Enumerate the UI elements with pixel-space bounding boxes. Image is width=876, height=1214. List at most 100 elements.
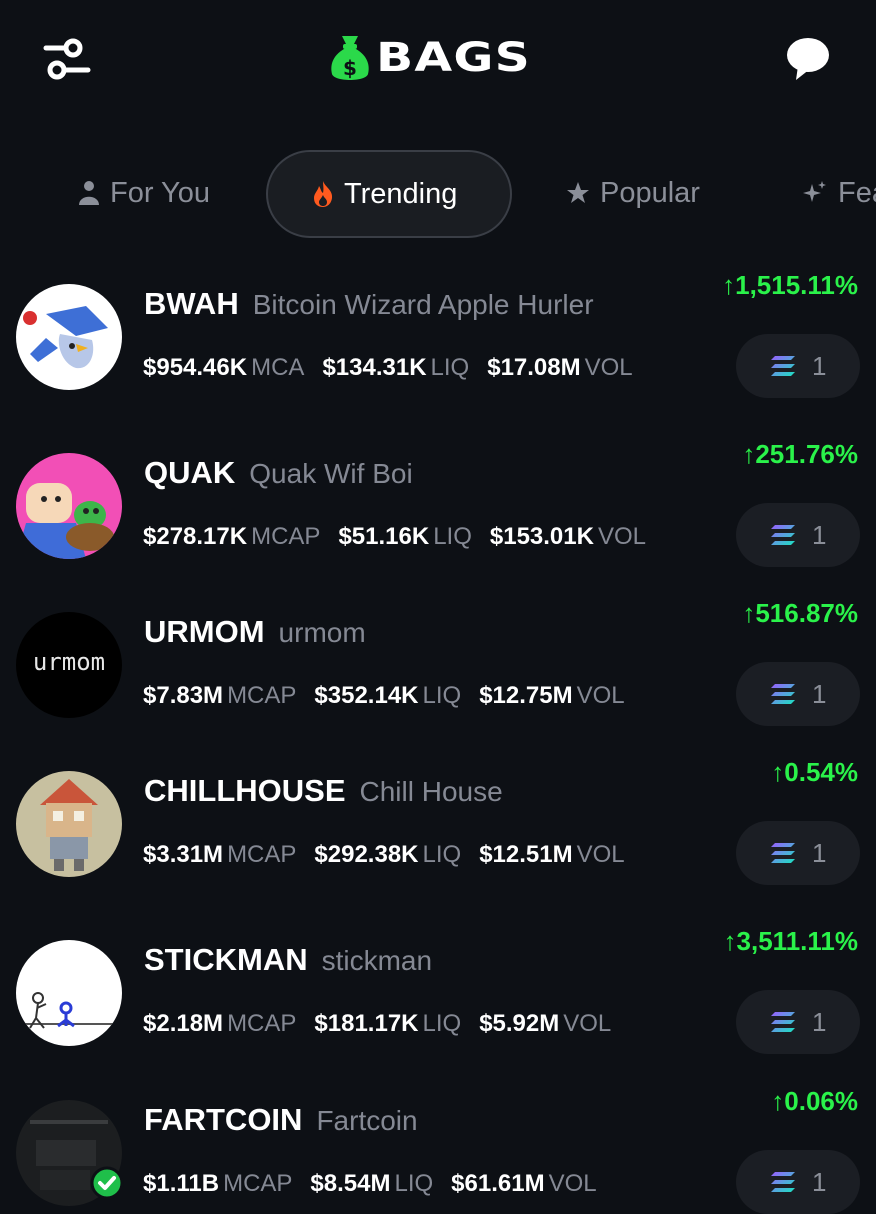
- token-name: Chill House: [359, 776, 503, 807]
- money-bag-icon: $: [331, 36, 369, 80]
- solana-icon: [771, 684, 795, 704]
- vol-value: $153.01K: [489, 523, 594, 550]
- token-row-fartcoin[interactable]: FARTCOIN Fartcoin $1.11B MCAP $8.54M LIQ $61.…: [0, 1086, 876, 1214]
- holders-pill[interactable]: 1: [736, 334, 860, 398]
- mcap-value: $954.46K: [143, 354, 248, 381]
- holders-count: 1: [812, 1006, 827, 1037]
- token-name: Bitcoin Wizard Apple Hurler: [252, 289, 594, 320]
- chat-bubble-icon[interactable]: [784, 36, 832, 82]
- token-stats: $278.17K MCAP $51.16K LIQ $153.01K VOL: [143, 523, 664, 551]
- token-stats: $7.83M MCAP $352.14K LIQ $12.75M VOL: [143, 682, 643, 710]
- token-ticker: QUAK Quak Wif Boi: [144, 455, 413, 490]
- price-change: ↑516.87%: [742, 598, 858, 628]
- mcap-value: $2.18M: [143, 1010, 224, 1037]
- liq-value: $352.14K: [314, 682, 419, 709]
- holders-count: 1: [812, 350, 827, 381]
- vol-value: $12.51M: [479, 841, 573, 868]
- price-change: ↑251.76%: [742, 439, 858, 469]
- token-name: Fartcoin: [316, 1105, 418, 1136]
- token-stats: $3.31M MCAP $292.38K LIQ $12.51M VOL: [143, 841, 643, 869]
- verified-check-icon: [90, 1166, 124, 1200]
- person-icon: [78, 180, 100, 206]
- token-stats: $1.11B MCAP $8.54M LIQ $61.61M VOL: [143, 1170, 615, 1198]
- solana-icon: [771, 1172, 795, 1192]
- liq-label: LIQ: [422, 1010, 462, 1037]
- mcap-value: $1.11B: [143, 1170, 220, 1197]
- holders-count: 1: [812, 519, 827, 550]
- fire-icon: [312, 180, 334, 208]
- tab-label: Trending: [344, 177, 458, 210]
- liq-label: LIQ: [430, 354, 470, 381]
- liq-value: $8.54M: [310, 1170, 391, 1197]
- token-row-quak[interactable]: QUAK Quak Wif Boi $278.17K MCAP $51.16K LIQ $…: [0, 439, 876, 613]
- tab-featured[interactable]: Fea: [802, 150, 876, 236]
- vol-value: $17.08M: [487, 354, 581, 381]
- token-name: stickman: [321, 945, 433, 976]
- holders-pill[interactable]: 1: [736, 662, 860, 726]
- holders-pill[interactable]: 1: [736, 1150, 860, 1214]
- solana-icon: [771, 843, 795, 863]
- holders-pill[interactable]: 1: [736, 503, 860, 567]
- sparkle-icon: [802, 180, 828, 206]
- top-bar: $ BAGS: [0, 0, 876, 120]
- mcap-label: MCA: [251, 354, 305, 381]
- tab-for-you[interactable]: For You: [78, 150, 210, 236]
- token-avatar: [16, 771, 122, 877]
- holders-count: 1: [812, 678, 827, 709]
- price-change: ↑1,515.11%: [722, 270, 858, 300]
- token-avatar: [16, 453, 122, 559]
- token-ticker: FARTCOIN Fartcoin: [144, 1102, 418, 1137]
- token-row-chillhouse[interactable]: CHILLHOUSE Chill House $3.31M MCAP $292.38K…: [0, 757, 876, 931]
- liq-label: LIQ: [422, 682, 462, 709]
- mcap-value: $7.83M: [143, 682, 224, 709]
- price-change: ↑0.54%: [771, 757, 858, 787]
- liq-label: LIQ: [422, 841, 462, 868]
- vol-label: VOL: [597, 523, 646, 550]
- mcap-label: MCAP: [227, 841, 297, 868]
- token-ticker: URMOM urmom: [144, 614, 366, 649]
- price-change: ↑3,511.11%: [723, 926, 858, 956]
- vol-label: VOL: [584, 354, 633, 381]
- avatar-text: urmom: [32, 648, 106, 676]
- tab-label: For You: [110, 176, 210, 209]
- mcap-label: MCAP: [227, 1010, 297, 1037]
- token-ticker: BWAH Bitcoin Wizard Apple Hurler: [144, 286, 594, 321]
- token-ticker: STICKMAN stickman: [144, 942, 433, 977]
- liq-value: $292.38K: [314, 841, 419, 868]
- vol-value: $61.61M: [451, 1170, 545, 1197]
- token-stats: $954.46K MCA $134.31K LIQ $17.08M VOL: [143, 354, 651, 382]
- tab-popular[interactable]: Popular: [566, 150, 700, 236]
- liq-label: LIQ: [433, 523, 472, 550]
- liq-value: $181.17K: [314, 1010, 419, 1037]
- liq-value: $51.16K: [338, 523, 430, 550]
- token-row-urmom[interactable]: urmom URMOM urmom $7.83M MCAP $352.14K LIQ $1…: [0, 598, 876, 772]
- token-row-bwah[interactable]: BWAH Bitcoin Wizard Apple Hurler $954.46K…: [0, 270, 876, 444]
- mcap-label: MCAP: [251, 523, 321, 550]
- solana-icon: [771, 1012, 795, 1032]
- token-stats: $2.18M MCAP $181.17K LIQ $5.92M VOL: [143, 1010, 629, 1038]
- vol-label: VOL: [576, 841, 625, 868]
- token-row-stickman[interactable]: STICKMAN stickman $2.18M MCAP $181.17K LIQ $5…: [0, 926, 876, 1100]
- holders-count: 1: [812, 837, 827, 868]
- bags-logo[interactable]: $ BAGS: [328, 30, 530, 86]
- holders-pill[interactable]: 1: [736, 990, 860, 1054]
- token-name: Quak Wif Boi: [249, 458, 413, 489]
- vol-label: VOL: [563, 1010, 612, 1037]
- liq-label: LIQ: [394, 1170, 434, 1197]
- mcap-label: MCAP: [227, 682, 297, 709]
- tab-trending[interactable]: Trending: [266, 150, 512, 238]
- tab-label: Fea: [838, 176, 876, 209]
- mcap-value: $3.31M: [143, 841, 224, 868]
- settings-sliders-icon[interactable]: [42, 36, 92, 82]
- holders-pill[interactable]: 1: [736, 821, 860, 885]
- token-ticker: CHILLHOUSE Chill House: [144, 773, 503, 808]
- logo-text: BAGS: [376, 35, 532, 81]
- svg-text:$: $: [343, 56, 357, 80]
- token-avatar: urmom: [16, 612, 122, 718]
- vol-label: VOL: [548, 1170, 597, 1197]
- token-name: urmom: [278, 617, 366, 648]
- mcap-label: MCAP: [223, 1170, 293, 1197]
- solana-icon: [771, 525, 795, 545]
- star-icon: [566, 181, 590, 205]
- holders-count: 1: [812, 1166, 827, 1197]
